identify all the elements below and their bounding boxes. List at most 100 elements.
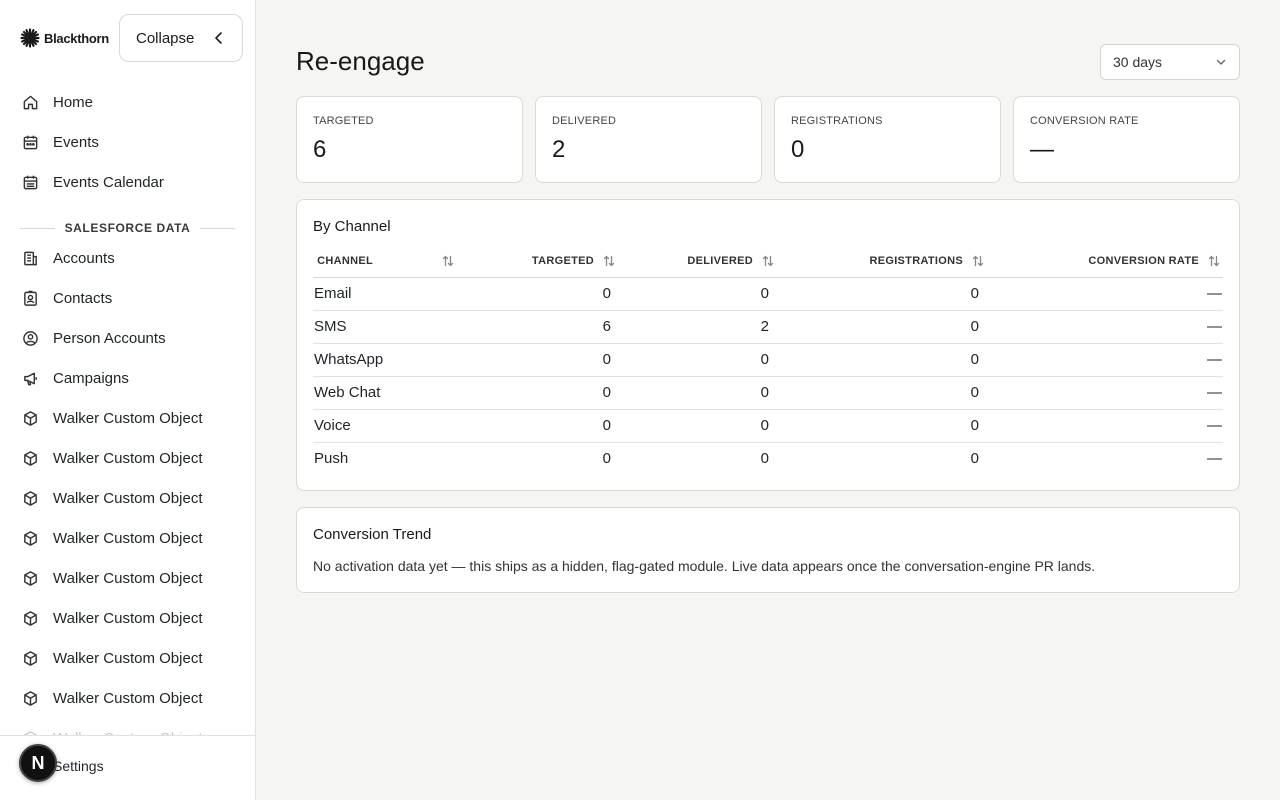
cube-icon xyxy=(24,410,37,426)
home-icon xyxy=(23,95,38,109)
sidebar-item-campaigns[interactable]: Campaigns xyxy=(0,358,255,398)
sidebar-item-events[interactable]: Events xyxy=(0,122,255,162)
sidebar-item-label: Campaigns xyxy=(53,369,129,387)
cell-delivered: 0 xyxy=(618,376,777,410)
sort-icon xyxy=(603,255,615,267)
stat-value: — xyxy=(1030,136,1054,163)
stat-label: DELIVERED xyxy=(552,115,617,127)
cube-icon xyxy=(24,530,37,546)
collapse-button[interactable]: Collapse xyxy=(119,14,243,62)
cell-conversion-rate: — xyxy=(987,277,1223,311)
sidebar-item-walker-custom-object[interactable]: Walker Custom Object xyxy=(0,478,255,518)
cell-conversion-rate: — xyxy=(987,409,1223,443)
sidebar-item-contacts[interactable]: Contacts xyxy=(0,278,255,318)
cell-delivered: 0 xyxy=(618,277,777,311)
sidebar-item-home[interactable]: Home xyxy=(0,82,255,122)
sidebar-item-walker-custom-object[interactable]: Walker Custom Object xyxy=(0,518,255,558)
stat-card-delivered: DELIVERED 2 xyxy=(535,96,762,183)
divider xyxy=(20,227,55,229)
column-header-conversion-rate[interactable]: CONVERSION RATE xyxy=(987,246,1223,278)
cell-delivered: 0 xyxy=(618,409,777,443)
date-range-value: 30 days xyxy=(1113,54,1163,70)
table-row: Web Chat 0 0 0 — xyxy=(313,376,1223,410)
cube-icon xyxy=(24,690,37,706)
stat-label: REGISTRATIONS xyxy=(791,115,883,127)
cell-channel: Push xyxy=(314,450,349,468)
date-range-select[interactable]: 30 days xyxy=(1100,44,1240,80)
avatar[interactable]: N xyxy=(19,744,57,782)
collapse-label: Collapse xyxy=(136,29,195,47)
sidebar-item-walker-custom-object[interactable]: Walker Custom Object xyxy=(0,558,255,598)
table-row: Push 0 0 0 — xyxy=(313,442,1223,475)
cube-icon xyxy=(24,450,37,466)
cell-channel: Web Chat xyxy=(313,376,457,410)
building-icon xyxy=(24,251,37,265)
stat-value: 2 xyxy=(552,136,566,163)
cell-conversion-rate: — xyxy=(987,310,1223,344)
column-header-targeted[interactable]: TARGETED xyxy=(457,246,618,278)
brand-name: Blackthorn xyxy=(44,30,109,46)
sidebar-item-walker-custom-object[interactable]: Walker Custom Object xyxy=(0,438,255,478)
sidebar-item-accounts[interactable]: Accounts xyxy=(0,238,255,278)
stat-card-targeted: TARGETED 6 xyxy=(296,96,523,183)
chevron-down-icon xyxy=(1216,59,1226,65)
column-header-label: CONVERSION RATE xyxy=(1088,255,1199,268)
brand-logo[interactable]: Blackthorn xyxy=(20,28,109,48)
column-header-label: TARGETED xyxy=(531,255,594,268)
conversion-trend-card: Conversion Trend No activation data yet … xyxy=(296,507,1240,593)
sidebar-item-label: Walker Custom Object xyxy=(53,529,203,547)
table-header-row: CHANNEL TARGETED DELIVERED REGISTRATIONS… xyxy=(313,246,1223,278)
calendar-icon xyxy=(23,135,38,149)
sidebar-item-label: Walker Custom Object xyxy=(53,569,203,587)
cell-targeted: 0 xyxy=(457,343,618,377)
stat-value: 6 xyxy=(313,136,327,163)
sidebar-item-label: Walker Custom Object xyxy=(53,649,203,667)
cell-channel: Email xyxy=(313,277,457,311)
blackthorn-logo-icon xyxy=(20,28,40,48)
sidebar-item-walker-custom-object[interactable]: Walker Custom Object xyxy=(0,398,255,438)
cell-delivered: 0 xyxy=(618,343,777,377)
column-header-channel[interactable]: CHANNEL xyxy=(313,246,457,278)
cell-conversion-rate: — xyxy=(987,376,1223,410)
cube-icon xyxy=(24,570,37,586)
column-header-registrations[interactable]: REGISTRATIONS xyxy=(777,246,987,278)
divider xyxy=(200,227,236,229)
column-header-delivered[interactable]: DELIVERED xyxy=(618,246,777,278)
column-header-label: REGISTRATIONS xyxy=(869,255,963,268)
page-title: Re-engage xyxy=(296,46,425,76)
section-label: SALESFORCE DATA xyxy=(64,221,191,235)
sidebar-item-label: Accounts xyxy=(53,249,115,267)
stat-value: 0 xyxy=(791,136,805,163)
cell-delivered: 0 xyxy=(760,450,769,468)
cell-targeted: 0 xyxy=(457,409,618,443)
sidebar-item-label: Walker Custom Object xyxy=(53,689,203,707)
cell-channel: Voice xyxy=(313,409,457,443)
column-header-label: CHANNEL xyxy=(317,255,373,268)
cell-registrations: 0 xyxy=(777,376,987,410)
empty-state-message: No activation data yet — this ships as a… xyxy=(313,558,1096,574)
sidebar-item-person-accounts[interactable]: Person Accounts xyxy=(0,318,255,358)
by-channel-card: By Channel CHANNEL TARGETED DELIVERED RE… xyxy=(296,199,1240,491)
cell-targeted: 0 xyxy=(602,450,611,468)
table-row: SMS 6 2 0 — xyxy=(313,310,1223,344)
sidebar-item-walker-custom-object[interactable]: Walker Custom Object xyxy=(0,598,255,638)
channel-table: CHANNEL TARGETED DELIVERED REGISTRATIONS… xyxy=(313,246,1223,475)
stat-label: TARGETED xyxy=(313,115,374,127)
sidebar-item-walker-custom-object[interactable]: Walker Custom Object xyxy=(0,638,255,678)
sort-icon xyxy=(1208,255,1220,267)
cube-icon xyxy=(24,610,37,626)
settings-label: Settings xyxy=(53,758,104,774)
stat-card-conversion-rate: CONVERSION RATE — xyxy=(1013,96,1240,183)
sidebar-item-walker-custom-object[interactable]: Walker Custom Object xyxy=(0,678,255,718)
sidebar: Blackthorn Collapse Home Events Events C… xyxy=(0,0,256,800)
cell-conversion-rate: — xyxy=(1207,450,1222,468)
chevron-left-icon xyxy=(215,32,222,44)
section-header-salesforce-data: SALESFORCE DATA xyxy=(20,219,236,237)
cell-targeted: 0 xyxy=(457,376,618,410)
sidebar-item-events-calendar[interactable]: Events Calendar xyxy=(0,162,255,202)
cell-channel: SMS xyxy=(313,310,457,344)
sort-icon xyxy=(972,255,984,267)
table-row: Email 0 0 0 — xyxy=(313,277,1223,311)
cell-conversion-rate: — xyxy=(987,343,1223,377)
sort-icon xyxy=(442,255,454,267)
